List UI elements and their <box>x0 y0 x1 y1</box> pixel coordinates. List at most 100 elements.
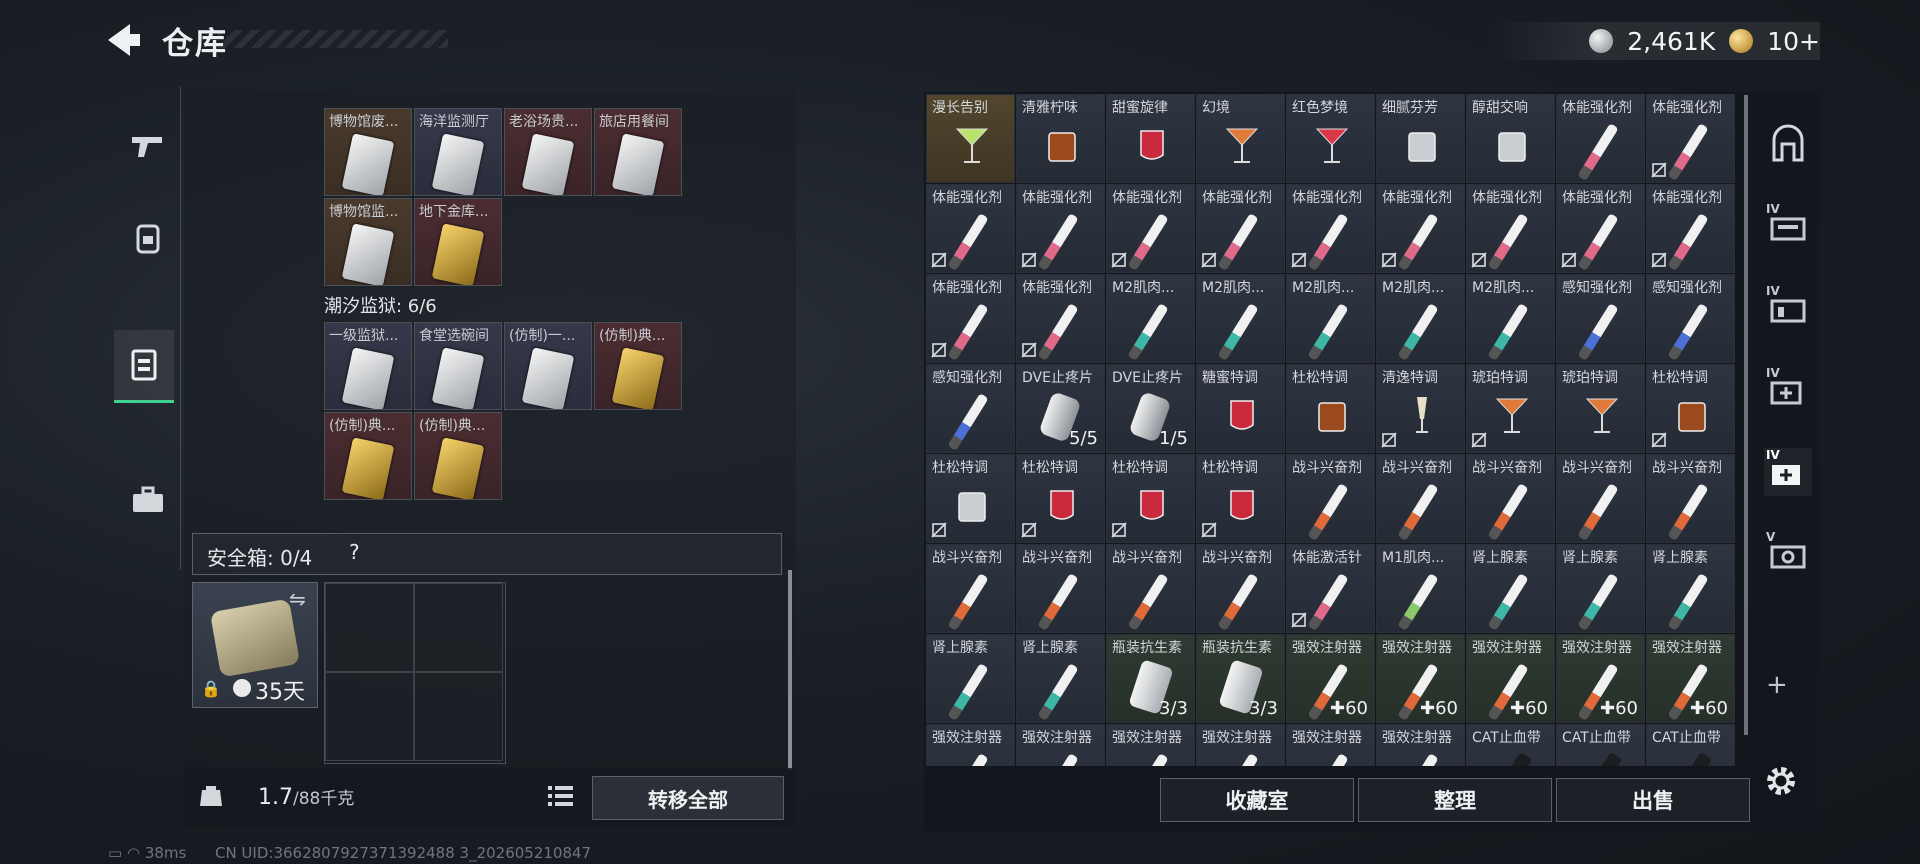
warehouse-item[interactable]: 琥珀特调 <box>1556 364 1645 453</box>
warehouse-item[interactable]: 细腻芬芳 <box>1376 94 1465 183</box>
sell-button[interactable]: 出售 <box>1556 778 1750 822</box>
warehouse-item[interactable]: 杜松特调 <box>926 454 1015 543</box>
warehouse-item[interactable]: 战斗兴奋剂 <box>1376 454 1465 543</box>
left-scrollbar[interactable] <box>788 570 792 770</box>
collection-item[interactable]: 一级监狱... <box>324 322 412 410</box>
warehouse-item[interactable]: 战斗兴奋剂 <box>1196 544 1285 633</box>
warehouse-item[interactable]: M2肌肉... <box>1466 274 1555 363</box>
warehouse-item[interactable]: 体能强化剂 <box>1196 184 1285 273</box>
warehouse-item[interactable]: M2肌肉... <box>1196 274 1285 363</box>
warehouse-item[interactable]: 强效注射器 <box>926 724 1015 766</box>
collection-item[interactable]: 地下金库... <box>414 198 502 286</box>
transfer-all-button[interactable]: 转移全部 <box>592 776 784 820</box>
warehouse-item[interactable]: 体能强化剂 <box>1646 94 1735 183</box>
warehouse-item[interactable]: 杜松特调 <box>1016 454 1105 543</box>
warehouse-item[interactable]: 漫长告别 <box>926 94 1015 183</box>
swap-icon[interactable]: ⇋ <box>289 587 306 611</box>
collection-item[interactable]: 海洋监测厅 <box>414 108 502 196</box>
rail-toolbox-button[interactable] <box>118 470 178 530</box>
collection-item[interactable]: 老浴场贵... <box>504 108 592 196</box>
warehouse-item[interactable]: 清雅柠味 <box>1016 94 1105 183</box>
warehouse-item[interactable]: 强效注射器 ✚60 <box>1646 634 1735 723</box>
safe-slot[interactable] <box>325 583 414 672</box>
warehouse-item[interactable]: 战斗兴奋剂 <box>1646 454 1735 543</box>
gear-icon[interactable] <box>1762 762 1800 800</box>
warehouse-item[interactable]: 体能强化剂 <box>1286 184 1375 273</box>
warehouse-item[interactable]: DVE止疼片 1/5 <box>1106 364 1195 453</box>
warehouse-item[interactable]: 强效注射器 ✚60 <box>1556 634 1645 723</box>
warehouse-item[interactable]: 强效注射器 <box>1376 724 1465 766</box>
warehouse-item[interactable]: 肾上腺素 <box>926 634 1015 723</box>
rail-tab-storage-3[interactable]: IV <box>1764 366 1812 414</box>
warehouse-item[interactable]: 体能强化剂 <box>926 184 1015 273</box>
warehouse-item[interactable]: 肾上腺素 <box>1466 544 1555 633</box>
warehouse-item[interactable]: M2肌肉... <box>1376 274 1465 363</box>
warehouse-item[interactable]: 肾上腺素 <box>1016 634 1105 723</box>
warehouse-item[interactable]: 杜松特调 <box>1646 364 1735 453</box>
warehouse-item[interactable]: 战斗兴奋剂 <box>1286 454 1375 543</box>
warehouse-item[interactable]: 醇甜交响 <box>1466 94 1555 183</box>
warehouse-item[interactable]: 体能强化剂 <box>1016 184 1105 273</box>
warehouse-item[interactable]: 杜松特调 <box>1106 454 1195 543</box>
warehouse-item[interactable]: 战斗兴奋剂 <box>926 544 1015 633</box>
rail-tab-storage-1[interactable]: IV <box>1764 202 1812 250</box>
warehouse-item[interactable]: 瓶装抗生素 3/3 <box>1106 634 1195 723</box>
rail-backpack-button[interactable] <box>118 208 178 268</box>
collection-item[interactable]: 博物馆监... <box>324 198 412 286</box>
rail-tab-storage-2[interactable]: IV <box>1764 284 1812 332</box>
safe-case-item[interactable]: ⇋ 🔒 35天 <box>192 582 318 708</box>
warehouse-item[interactable]: 杜松特调 <box>1196 454 1285 543</box>
warehouse-item[interactable]: 杜松特调 <box>1286 364 1375 453</box>
rail-vest-button[interactable] <box>114 330 174 403</box>
rail-weapons-button[interactable] <box>118 116 178 176</box>
safe-slot[interactable] <box>325 672 414 761</box>
warehouse-item[interactable]: 感知强化剂 <box>1556 274 1645 363</box>
organize-button[interactable]: 整理 <box>1358 778 1552 822</box>
warehouse-item[interactable]: 战斗兴奋剂 <box>1106 544 1195 633</box>
rail-tab-armor[interactable] <box>1764 120 1812 168</box>
collection-item[interactable]: 食堂选碗间 <box>414 322 502 410</box>
warehouse-item[interactable]: 强效注射器 <box>1286 724 1375 766</box>
warehouse-item[interactable]: 感知强化剂 <box>1646 274 1735 363</box>
safe-slot[interactable] <box>414 583 503 672</box>
warehouse-item[interactable]: 强效注射器 ✚60 <box>1376 634 1465 723</box>
warehouse-item[interactable]: 幻境 <box>1196 94 1285 183</box>
warehouse-item[interactable]: 体能强化剂 <box>1106 184 1195 273</box>
warehouse-item[interactable]: 红色梦境 <box>1286 94 1375 183</box>
collection-item[interactable]: (仿制)典... <box>594 322 682 410</box>
warehouse-scrollbar[interactable] <box>1744 95 1748 735</box>
safe-slot[interactable] <box>414 672 503 761</box>
collection-room-button[interactable]: 收藏室 <box>1160 778 1354 822</box>
collection-item[interactable]: 博物馆废... <box>324 108 412 196</box>
warehouse-item[interactable]: 体能强化剂 <box>926 274 1015 363</box>
warehouse-item[interactable]: 体能强化剂 <box>1466 184 1555 273</box>
warehouse-item[interactable]: 战斗兴奋剂 <box>1556 454 1645 543</box>
add-tab-button[interactable]: + <box>1766 670 1788 700</box>
warehouse-item[interactable]: CAT止血带 <box>1466 724 1555 766</box>
warehouse-item[interactable]: M1肌肉... <box>1376 544 1465 633</box>
warehouse-item[interactable]: M2肌肉... <box>1106 274 1195 363</box>
warehouse-item[interactable]: 清逸特调 <box>1376 364 1465 453</box>
collection-item[interactable]: (仿制)一... <box>504 322 592 410</box>
rail-tab-storage-5[interactable]: V <box>1764 530 1812 578</box>
warehouse-item[interactable]: 强效注射器 ✚60 <box>1466 634 1555 723</box>
warehouse-item[interactable]: 强效注射器 <box>1106 724 1195 766</box>
warehouse-item[interactable]: 体能强化剂 <box>1556 94 1645 183</box>
warehouse-item[interactable]: 强效注射器 <box>1016 724 1105 766</box>
warehouse-item[interactable]: 琥珀特调 <box>1466 364 1555 453</box>
back-button[interactable] <box>104 22 144 58</box>
warehouse-item[interactable]: 强效注射器 <box>1196 724 1285 766</box>
list-view-icon[interactable] <box>544 780 578 812</box>
collection-item[interactable]: 旅店用餐间 <box>594 108 682 196</box>
warehouse-item[interactable]: 体能强化剂 <box>1556 184 1645 273</box>
collection-item[interactable]: (仿制)典... <box>324 412 412 500</box>
warehouse-item[interactable]: 体能强化剂 <box>1016 274 1105 363</box>
rail-tab-storage-4[interactable]: IV <box>1764 448 1812 496</box>
warehouse-item[interactable]: M2肌肉... <box>1286 274 1375 363</box>
help-button[interactable]: ? <box>349 540 360 564</box>
warehouse-item[interactable]: 肾上腺素 <box>1646 544 1735 633</box>
warehouse-item[interactable]: 体能强化剂 <box>1646 184 1735 273</box>
warehouse-item[interactable]: DVE止疼片 5/5 <box>1016 364 1105 453</box>
warehouse-item[interactable]: 糖蜜特调 <box>1196 364 1285 453</box>
collection-item[interactable]: (仿制)典... <box>414 412 502 500</box>
